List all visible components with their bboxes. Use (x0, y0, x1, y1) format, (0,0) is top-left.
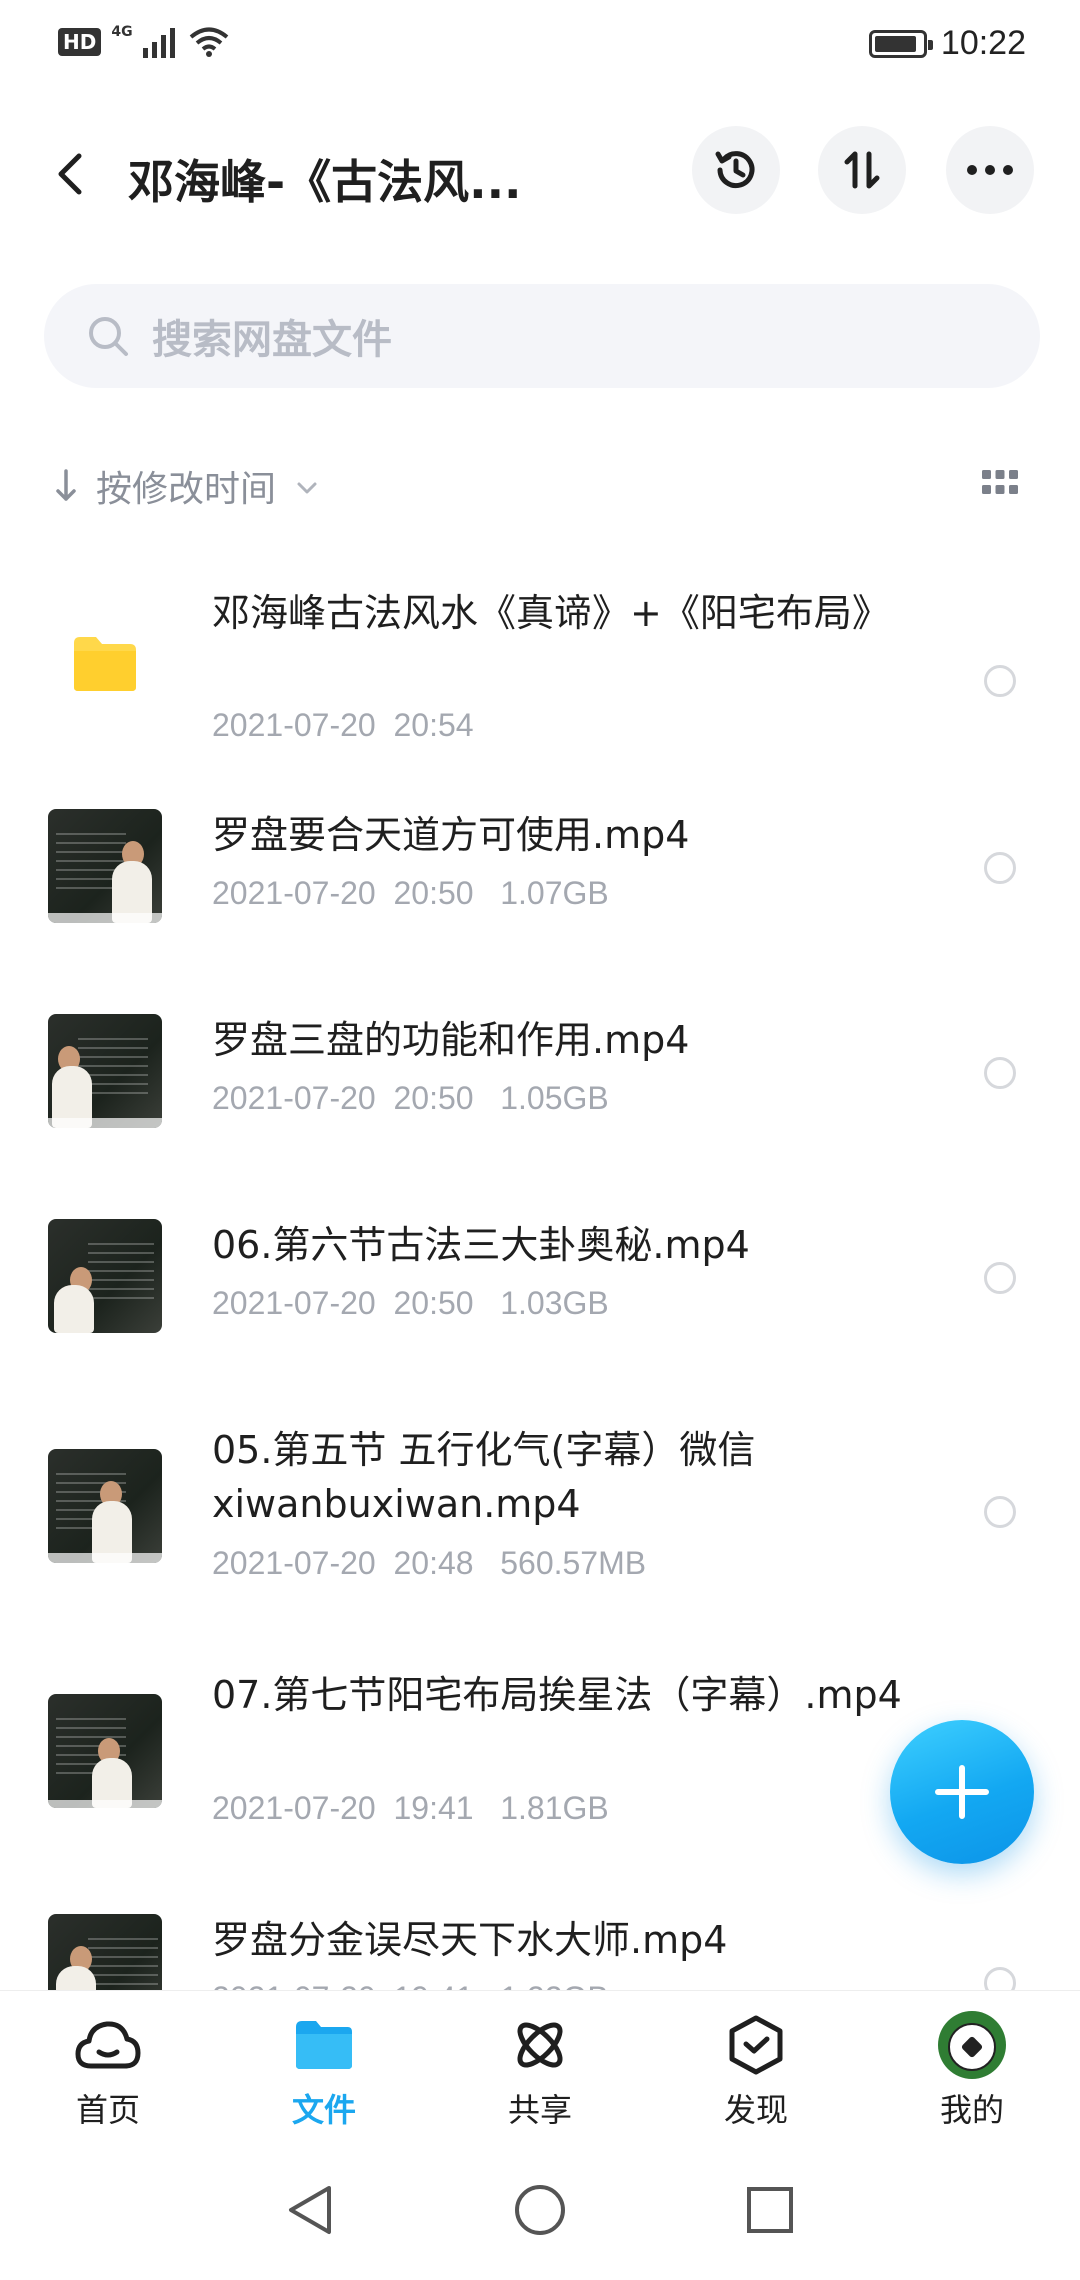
file-meta: 2021-07-20 20:50 1.03GB (212, 1285, 609, 1321)
file-meta: 2021-07-20 20:54 (212, 707, 474, 743)
cloud-home-icon (72, 2009, 144, 2081)
avatar-icon (936, 2009, 1008, 2081)
file-name: 邓海峰古法风水《真谛》+《阳宅布局》 (212, 591, 890, 635)
status-left: HD 4G (58, 24, 229, 58)
add-button[interactable] (890, 1720, 1034, 1864)
video-thumbnail (48, 1014, 162, 1128)
sort-row: 按修改时间 (54, 456, 1026, 516)
file-meta: 2021-07-20 20:48 560.57MB (212, 1545, 647, 1581)
folder-icon (74, 637, 136, 691)
file-meta: 2021-07-20 20:50 1.07GB (212, 875, 609, 911)
sort-order-button[interactable] (818, 126, 906, 214)
list-item[interactable]: 罗盘分金误尽天下水大师.mp4 2021-07-20 19:41 1.22GB (0, 1895, 1080, 1990)
network-type: 4G (111, 24, 133, 40)
share-atom-icon (504, 2009, 576, 2081)
file-name: 罗盘要合天道方可使用.mp4 (212, 813, 690, 857)
avatar (938, 2011, 1006, 2079)
list-item[interactable]: 05.第五节 五行化气(字幕）微信xiwanbuxiwan.mp4 2021-0… (0, 1405, 1080, 1615)
more-icon (967, 165, 1013, 175)
file-name: 罗盘三盘的功能和作用.mp4 (212, 1018, 690, 1062)
page-title: 邓海峰-《古法风... (128, 155, 522, 209)
file-name: 06.第六节古法三大卦奥秘.mp4 (212, 1223, 750, 1267)
system-recents-button[interactable] (740, 2180, 800, 2240)
video-thumbnail (48, 1694, 162, 1808)
file-name: 07.第七节阳宅布局挨星法（字幕）.mp4 (212, 1673, 902, 1717)
square-recents-icon (747, 2187, 793, 2233)
folder-icon (288, 2009, 360, 2081)
header: 邓海峰-《古法风... (0, 122, 1080, 222)
file-meta: 2021-07-20 19:41 1.81GB (212, 1790, 609, 1826)
video-thumbnail (48, 1449, 162, 1563)
grid-view-icon[interactable] (982, 470, 1018, 496)
list-item[interactable]: 罗盘要合天道方可使用.mp4 2021-07-20 20:50 1.07GB (0, 790, 1080, 960)
wifi-icon (189, 27, 228, 57)
file-name: 罗盘分金误尽天下水大师.mp4 (212, 1918, 728, 1962)
nav-label: 首页 (75, 2091, 140, 2129)
nav-label: 文件 (291, 2091, 356, 2129)
select-radio[interactable] (984, 1262, 1016, 1294)
sort-label: 按修改时间 (96, 469, 277, 510)
nav-item-share[interactable]: 共享 (470, 2009, 610, 2131)
sort-selector[interactable]: 按修改时间 (54, 460, 318, 512)
system-nav-bar (0, 2140, 1080, 2280)
video-thumbnail (48, 1219, 162, 1333)
chevron-left-icon (58, 153, 82, 195)
nav-label: 发现 (723, 2091, 788, 2129)
select-radio[interactable] (984, 1496, 1016, 1528)
status-right: 10:22 (868, 24, 1026, 63)
file-meta: 2021-07-20 19:41 1.22GB (212, 1980, 609, 1990)
search-input[interactable]: 搜索网盘文件 (44, 284, 1040, 388)
status-bar: HD 4G 10:22 (0, 0, 1080, 92)
nav-label: 共享 (507, 2091, 572, 2129)
hd-badge: HD (58, 28, 102, 56)
system-back-button[interactable] (280, 2180, 340, 2240)
triangle-back-icon (289, 2186, 331, 2234)
select-radio[interactable] (984, 665, 1016, 697)
video-thumbnail (48, 1914, 162, 1990)
search-icon (86, 314, 130, 358)
plus-icon (935, 1765, 989, 1819)
more-button[interactable] (946, 126, 1034, 214)
arrow-down-icon (56, 469, 76, 501)
clock: 10:22 (940, 24, 1026, 62)
list-item[interactable]: 邓海峰古法风水《真谛》+《阳宅布局》 2021-07-20 20:54 (0, 560, 1080, 760)
nav-item-discover[interactable]: 发现 (686, 2009, 826, 2131)
nav-label: 我的 (939, 2091, 1004, 2129)
system-home-button[interactable] (510, 2180, 570, 2240)
nav-item-home[interactable]: 首页 (38, 2009, 178, 2131)
select-radio[interactable] (984, 852, 1016, 884)
file-name: 05.第五节 五行化气(字幕）微信xiwanbuxiwan.mp4 (212, 1428, 756, 1526)
battery-level (874, 35, 917, 52)
select-radio[interactable] (984, 1057, 1016, 1089)
bottom-nav: 首页 文件 共享 发现 我的 (0, 1990, 1080, 2140)
signal-icon (142, 28, 175, 58)
battery-icon (868, 29, 933, 58)
nav-item-files[interactable]: 文件 (254, 2009, 394, 2131)
list-item[interactable]: 罗盘三盘的功能和作用.mp4 2021-07-20 20:50 1.05GB (0, 995, 1080, 1165)
history-icon (715, 151, 755, 189)
sort-updown-icon (844, 151, 880, 189)
file-meta: 2021-07-20 20:50 1.05GB (212, 1080, 609, 1116)
nav-item-me[interactable]: 我的 (902, 2009, 1042, 2131)
history-button[interactable] (692, 126, 780, 214)
chevron-down-icon (297, 482, 317, 494)
video-thumbnail (48, 809, 162, 923)
select-radio[interactable] (984, 1967, 1016, 1990)
back-button[interactable] (40, 144, 100, 204)
discover-cube-icon (720, 2009, 792, 2081)
list-item[interactable]: 06.第六节古法三大卦奥秘.mp4 2021-07-20 20:50 1.03G… (0, 1200, 1080, 1370)
search-placeholder: 搜索网盘文件 (152, 317, 392, 363)
circle-home-icon (515, 2185, 565, 2235)
